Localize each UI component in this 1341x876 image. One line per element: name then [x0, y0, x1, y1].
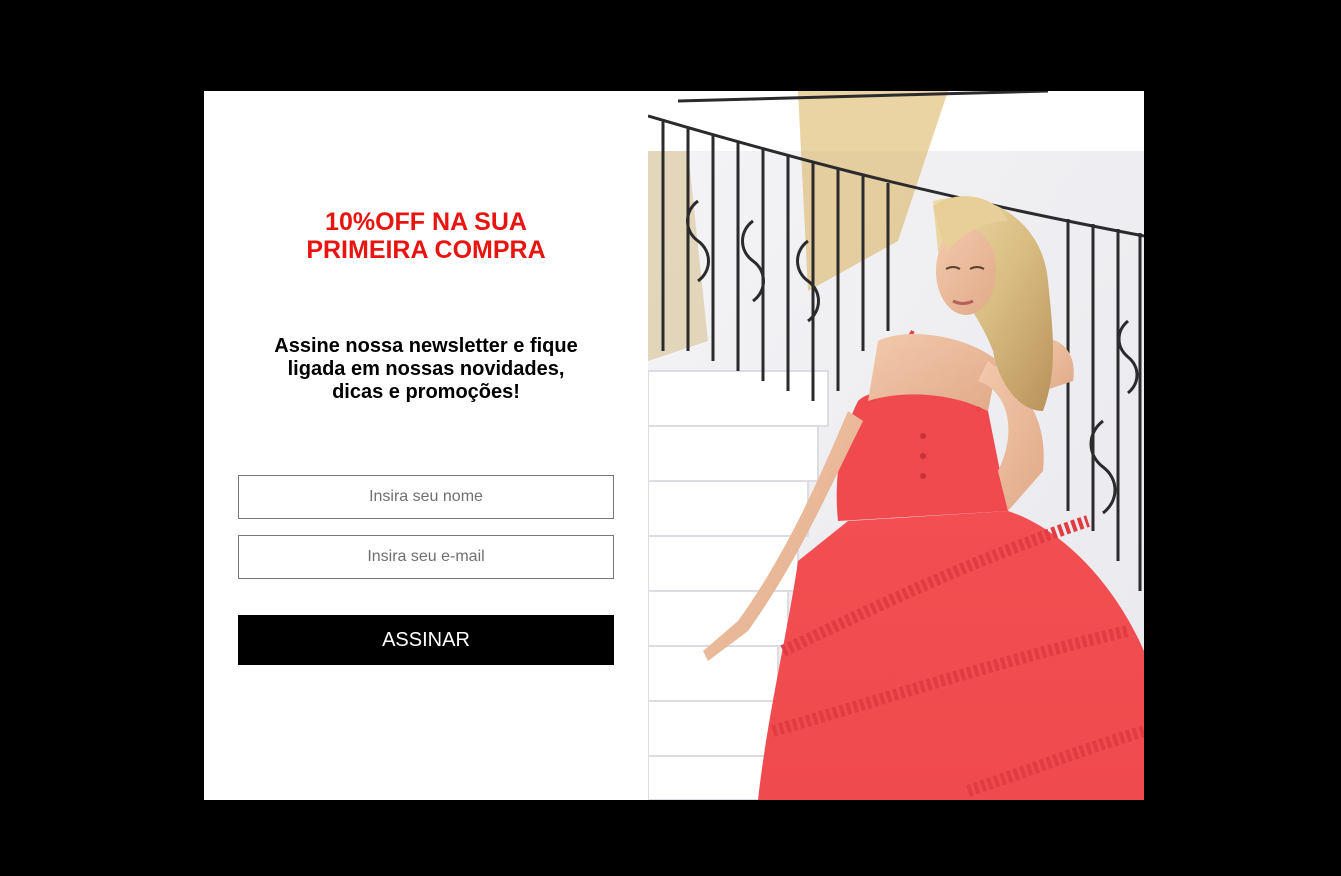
newsletter-description-line-1: Assine nossa newsletter e fique [274, 335, 578, 357]
newsletter-popup: 10%OFF NA SUA PRIMEIRA COMPRA Assine nos… [204, 91, 1144, 800]
stair-step [648, 370, 829, 427]
newsletter-description-line-2: ligada em nossas novidades, [287, 358, 565, 380]
promo-headline: 10%OFF NA SUA PRIMEIRA COMPRA [204, 208, 648, 264]
stair-step [648, 480, 809, 537]
signup-panel: 10%OFF NA SUA PRIMEIRA COMPRA Assine nos… [204, 91, 648, 800]
model-photo-illustration [648, 91, 1144, 800]
stair-step [648, 700, 779, 757]
name-input[interactable] [238, 475, 614, 519]
promo-headline-line-1: 10%OFF NA SUA [325, 208, 527, 236]
dress-button [920, 453, 926, 459]
newsletter-description-line-3: dicas e promoções! [332, 381, 520, 403]
email-input[interactable] [238, 535, 614, 579]
dress-button [920, 433, 926, 439]
newsletter-description: Assine nossa newsletter e fique ligada e… [240, 335, 612, 404]
stair-step [648, 755, 779, 800]
subscribe-button[interactable]: ASSINAR [238, 615, 614, 665]
dress-button [920, 473, 926, 479]
stair-step [648, 425, 819, 482]
promo-headline-line-2: PRIMEIRA COMPRA [306, 236, 546, 264]
promo-photo [648, 91, 1144, 800]
